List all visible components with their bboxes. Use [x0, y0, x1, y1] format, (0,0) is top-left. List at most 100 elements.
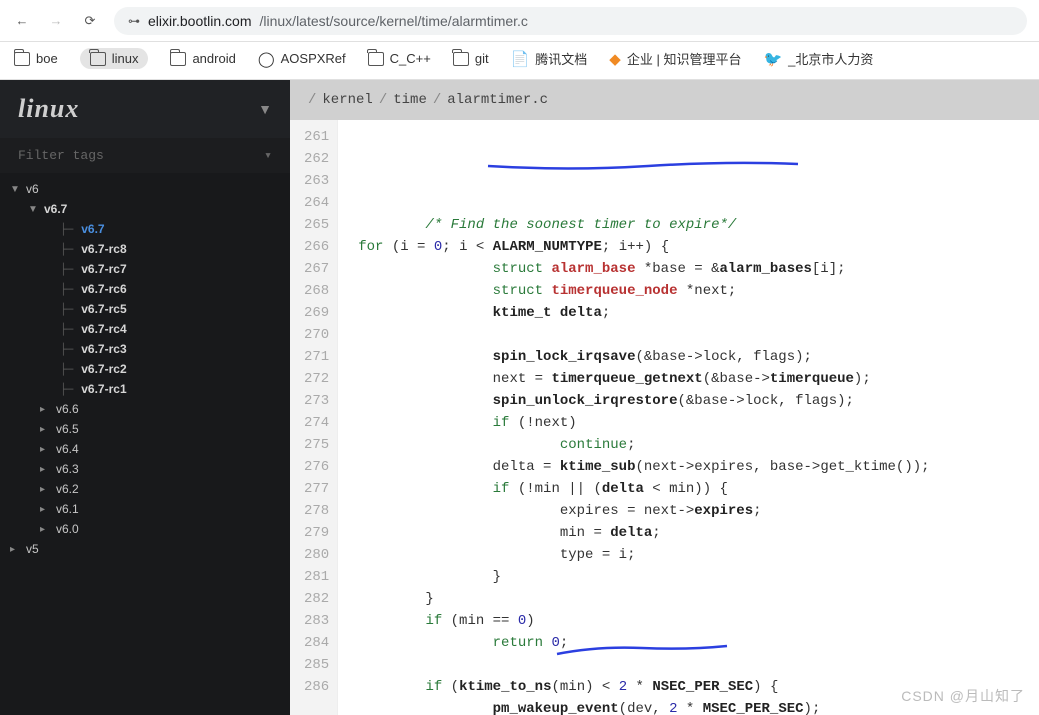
code-line-261[interactable]: /* Find the soonest timer to expire*/ [358, 214, 929, 236]
forward-button[interactable]: → [46, 11, 66, 31]
code-line-268[interactable]: next = timerqueue_getnext(&base->timerqu… [358, 368, 929, 390]
code-line-265[interactable]: ktime_t delta; [358, 302, 929, 324]
version-tree[interactable]: ▼v6▼v6.7├─v6.7├─v6.7-rc8├─v6.7-rc7├─v6.7… [0, 173, 290, 715]
tree-node-v6.7[interactable]: ├─v6.7 [6, 219, 284, 239]
line-number[interactable]: 284 [304, 632, 329, 654]
line-number[interactable]: 264 [304, 192, 329, 214]
line-number[interactable]: 275 [304, 434, 329, 456]
bookmark-AOSPXRef[interactable]: ◯AOSPXRef [258, 50, 346, 68]
bookmark-boe[interactable]: boe [14, 51, 58, 66]
tree-node-v5[interactable]: ▸v5 [6, 539, 284, 559]
reload-button[interactable]: ⟳ [80, 11, 100, 31]
caret-right-icon: ▸ [10, 544, 20, 555]
tree-branch-icon: ├─ [60, 343, 73, 356]
tree-label: v6.5 [56, 422, 79, 436]
line-number[interactable]: 278 [304, 500, 329, 522]
code-line-272[interactable]: delta = ktime_sub(next->expires, base->g… [358, 456, 929, 478]
line-number[interactable]: 281 [304, 566, 329, 588]
tree-node-v6[interactable]: ▼v6 [6, 179, 284, 199]
code-line-271[interactable]: continue; [358, 434, 929, 456]
tree-node-v6.7-rc8[interactable]: ├─v6.7-rc8 [6, 239, 284, 259]
code-line-273[interactable]: if (!min || (delta < min)) { [358, 478, 929, 500]
line-number[interactable]: 279 [304, 522, 329, 544]
code-line-269[interactable]: spin_unlock_irqrestore(&base->lock, flag… [358, 390, 929, 412]
code-line-267[interactable]: spin_lock_irqsave(&base->lock, flags); [358, 346, 929, 368]
tree-label: v6.3 [56, 462, 79, 476]
breadcrumb[interactable]: /kernel/time/alarmtimer.c [290, 80, 1039, 120]
line-number[interactable]: 266 [304, 236, 329, 258]
breadcrumb-seg-alarmtimer.c[interactable]: alarmtimer.c [447, 92, 548, 108]
tree-node-v6.3[interactable]: ▸v6.3 [6, 459, 284, 479]
tree-node-v6.7-rc3[interactable]: ├─v6.7-rc3 [6, 339, 284, 359]
line-number[interactable]: 282 [304, 588, 329, 610]
bookmark-git[interactable]: git [453, 51, 489, 66]
code-line-277[interactable]: } [358, 566, 929, 588]
folder-icon [90, 52, 106, 66]
caret-right-icon: ▸ [40, 404, 50, 415]
code-line-282[interactable]: if (ktime_to_ns(min) < 2 * NSEC_PER_SEC)… [358, 676, 929, 698]
line-number[interactable]: 273 [304, 390, 329, 412]
breadcrumb-seg-time[interactable]: time [393, 92, 427, 108]
tree-node-v6.7-rc5[interactable]: ├─v6.7-rc5 [6, 299, 284, 319]
code-line-275[interactable]: min = delta; [358, 522, 929, 544]
tree-node-v6.0[interactable]: ▸v6.0 [6, 519, 284, 539]
tree-node-v6.7-rc7[interactable]: ├─v6.7-rc7 [6, 259, 284, 279]
tree-node-v6.7[interactable]: ▼v6.7 [6, 199, 284, 219]
bookmark-腾讯文档[interactable]: 📄腾讯文档 [511, 49, 588, 68]
code-viewer[interactable]: 2612622632642652662672682692702712722732… [290, 120, 1039, 715]
code-line-278[interactable]: } [358, 588, 929, 610]
code-line-281[interactable] [358, 654, 929, 676]
tree-node-v6.7-rc2[interactable]: ├─v6.7-rc2 [6, 359, 284, 379]
line-number[interactable]: 268 [304, 280, 329, 302]
line-number[interactable]: 285 [304, 654, 329, 676]
tree-node-v6.7-rc6[interactable]: ├─v6.7-rc6 [6, 279, 284, 299]
line-number[interactable]: 261 [304, 126, 329, 148]
bookmark-企业 | 知识管理平台[interactable]: ◆企业 | 知识管理平台 [609, 49, 741, 68]
code-line-283[interactable]: pm_wakeup_event(dev, 2 * MSEC_PER_SEC); [358, 698, 929, 715]
bookmark-android[interactable]: android [170, 51, 235, 66]
code-line-274[interactable]: expires = next->expires; [358, 500, 929, 522]
code-line-263[interactable]: struct alarm_base *base = &alarm_bases[i… [358, 258, 929, 280]
tree-node-v6.6[interactable]: ▸v6.6 [6, 399, 284, 419]
line-number[interactable]: 265 [304, 214, 329, 236]
code-line-264[interactable]: struct timerqueue_node *next; [358, 280, 929, 302]
line-number[interactable]: 283 [304, 610, 329, 632]
line-number[interactable]: 267 [304, 258, 329, 280]
tree-label: v6.7 [44, 202, 67, 216]
line-number[interactable]: 271 [304, 346, 329, 368]
code-line-276[interactable]: type = i; [358, 544, 929, 566]
code-body[interactable]: /* Find the soonest timer to expire*/for… [338, 120, 939, 715]
tree-node-v6.4[interactable]: ▸v6.4 [6, 439, 284, 459]
bookmark-linux[interactable]: linux [80, 48, 149, 69]
line-number[interactable]: 263 [304, 170, 329, 192]
bookmark-_北京市人力资[interactable]: 🐦_北京市人力资 [763, 49, 873, 68]
line-number[interactable]: 269 [304, 302, 329, 324]
line-number[interactable]: 262 [304, 148, 329, 170]
filter-tags-input[interactable]: Filter tags ▾ [0, 138, 290, 173]
line-number[interactable]: 272 [304, 368, 329, 390]
tree-node-v6.1[interactable]: ▸v6.1 [6, 499, 284, 519]
code-line-266[interactable] [358, 324, 929, 346]
site-icon: ◯ [258, 50, 275, 68]
back-button[interactable]: ← [12, 11, 32, 31]
sidebar-header[interactable]: linux ▼ [0, 80, 290, 138]
line-number[interactable]: 270 [304, 324, 329, 346]
line-number[interactable]: 286 [304, 676, 329, 698]
code-line-270[interactable]: if (!next) [358, 412, 929, 434]
breadcrumb-seg-kernel[interactable]: kernel [322, 92, 372, 108]
line-number[interactable]: 280 [304, 544, 329, 566]
line-number[interactable]: 276 [304, 456, 329, 478]
watermark: CSDN @月山知了 [901, 685, 1025, 707]
tree-node-v6.7-rc1[interactable]: ├─v6.7-rc1 [6, 379, 284, 399]
tree-node-v6.7-rc4[interactable]: ├─v6.7-rc4 [6, 319, 284, 339]
line-number[interactable]: 277 [304, 478, 329, 500]
address-bar[interactable]: ⊶ elixir.bootlin.com/linux/latest/source… [114, 7, 1027, 35]
bookmark-C_C++[interactable]: C_C++ [368, 51, 431, 66]
line-number[interactable]: 274 [304, 412, 329, 434]
tree-node-v6.2[interactable]: ▸v6.2 [6, 479, 284, 499]
code-line-279[interactable]: if (min == 0) [358, 610, 929, 632]
tree-branch-icon: ├─ [60, 383, 73, 396]
code-line-262[interactable]: for (i = 0; i < ALARM_NUMTYPE; i++) { [358, 236, 929, 258]
code-line-280[interactable]: return 0; [358, 632, 929, 654]
tree-node-v6.5[interactable]: ▸v6.5 [6, 419, 284, 439]
